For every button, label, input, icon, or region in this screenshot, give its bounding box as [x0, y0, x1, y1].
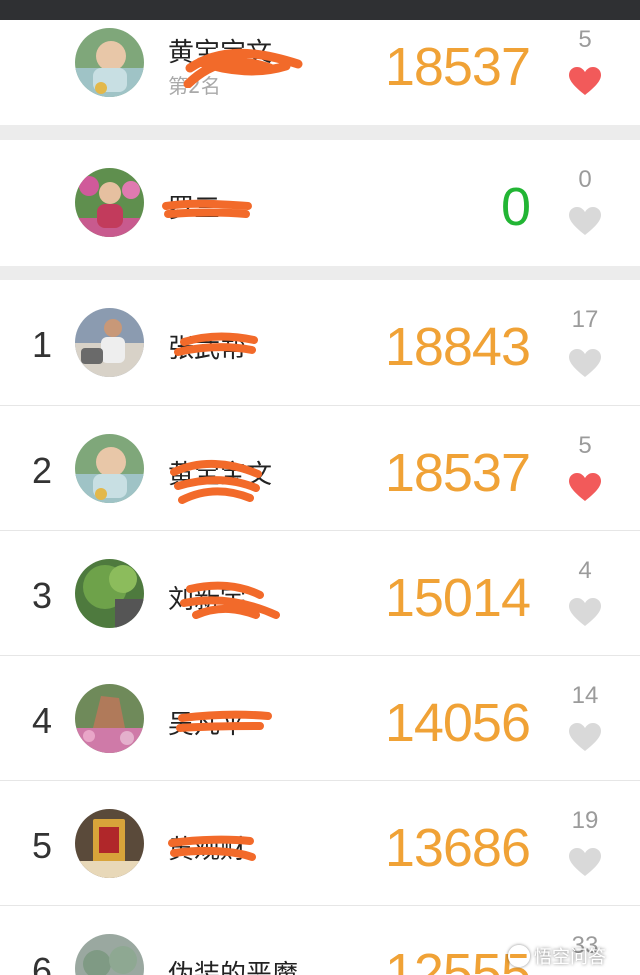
score: 18537	[384, 37, 531, 97]
score: 18537	[384, 443, 531, 503]
watermark: 悟空问答	[508, 942, 606, 970]
rank-number: 3	[31, 575, 53, 616]
heart-icon[interactable]	[568, 348, 602, 378]
score: 13686	[384, 818, 531, 878]
watermark-text: 悟空问答	[534, 947, 606, 968]
rank-number: 2	[31, 450, 53, 491]
rank-number: 5	[31, 825, 53, 866]
avatar	[75, 28, 144, 97]
like-count: 5	[578, 432, 592, 459]
score: 18843	[384, 317, 531, 377]
heart-icon[interactable]	[568, 847, 602, 877]
user-name: 黄观财	[168, 835, 247, 865]
like-count: 4	[578, 557, 592, 584]
heart-icon[interactable]	[568, 206, 602, 236]
avatar	[75, 434, 144, 503]
leaderboard-row[interactable]: 5 黄观财 13686 19	[0, 781, 640, 906]
avatar	[75, 809, 144, 878]
user-name: 刘新宇	[168, 585, 247, 615]
avatar	[75, 168, 144, 237]
rank-number: 4	[31, 700, 53, 741]
score: 14056	[384, 693, 531, 753]
heart-icon[interactable]	[568, 722, 602, 752]
rank-label: 第2名	[168, 74, 221, 98]
user-name: 黄宝宝文	[168, 38, 273, 68]
heart-icon[interactable]	[568, 66, 602, 96]
user-name: 吴凡平	[168, 710, 247, 740]
wukong-logo-icon	[508, 945, 530, 967]
avatar	[75, 559, 144, 628]
section-gap	[0, 266, 640, 280]
like-count: 5	[578, 26, 592, 53]
section-gap	[0, 125, 640, 140]
heart-icon[interactable]	[568, 597, 602, 627]
leaderboard-row[interactable]: 2 黄宝宝文 18537 5	[0, 406, 640, 531]
user-name: 伪装的恶魔	[168, 960, 299, 975]
rank-number: 6	[31, 950, 53, 975]
rank-number: 1	[31, 324, 53, 365]
leaderboard-row[interactable]: 3 刘新宇 15014 4	[0, 531, 640, 656]
status-bar	[0, 0, 640, 20]
user-name: 黄宝宝文	[168, 460, 273, 490]
like-count: 19	[571, 807, 599, 834]
current-user-row[interactable]: 罗三 0 0	[0, 140, 640, 266]
leaderboard-row[interactable]: 1 张武帮 18843 17	[0, 280, 640, 406]
score: 0	[500, 177, 531, 237]
leaderboard-row[interactable]: 4 吴凡平 14056 14	[0, 656, 640, 781]
user-name: 张武帮	[168, 334, 247, 364]
avatar	[75, 308, 144, 377]
user-name: 罗三	[168, 194, 221, 224]
like-count: 14	[571, 682, 599, 709]
like-count: 17	[571, 306, 599, 333]
avatar	[75, 934, 144, 975]
like-count: 0	[578, 166, 592, 193]
my-rank-card[interactable]: 黄宝宝文 第2名 18537 5	[0, 20, 640, 125]
score: 15014	[384, 568, 531, 628]
avatar	[75, 684, 144, 753]
heart-icon[interactable]	[568, 472, 602, 502]
